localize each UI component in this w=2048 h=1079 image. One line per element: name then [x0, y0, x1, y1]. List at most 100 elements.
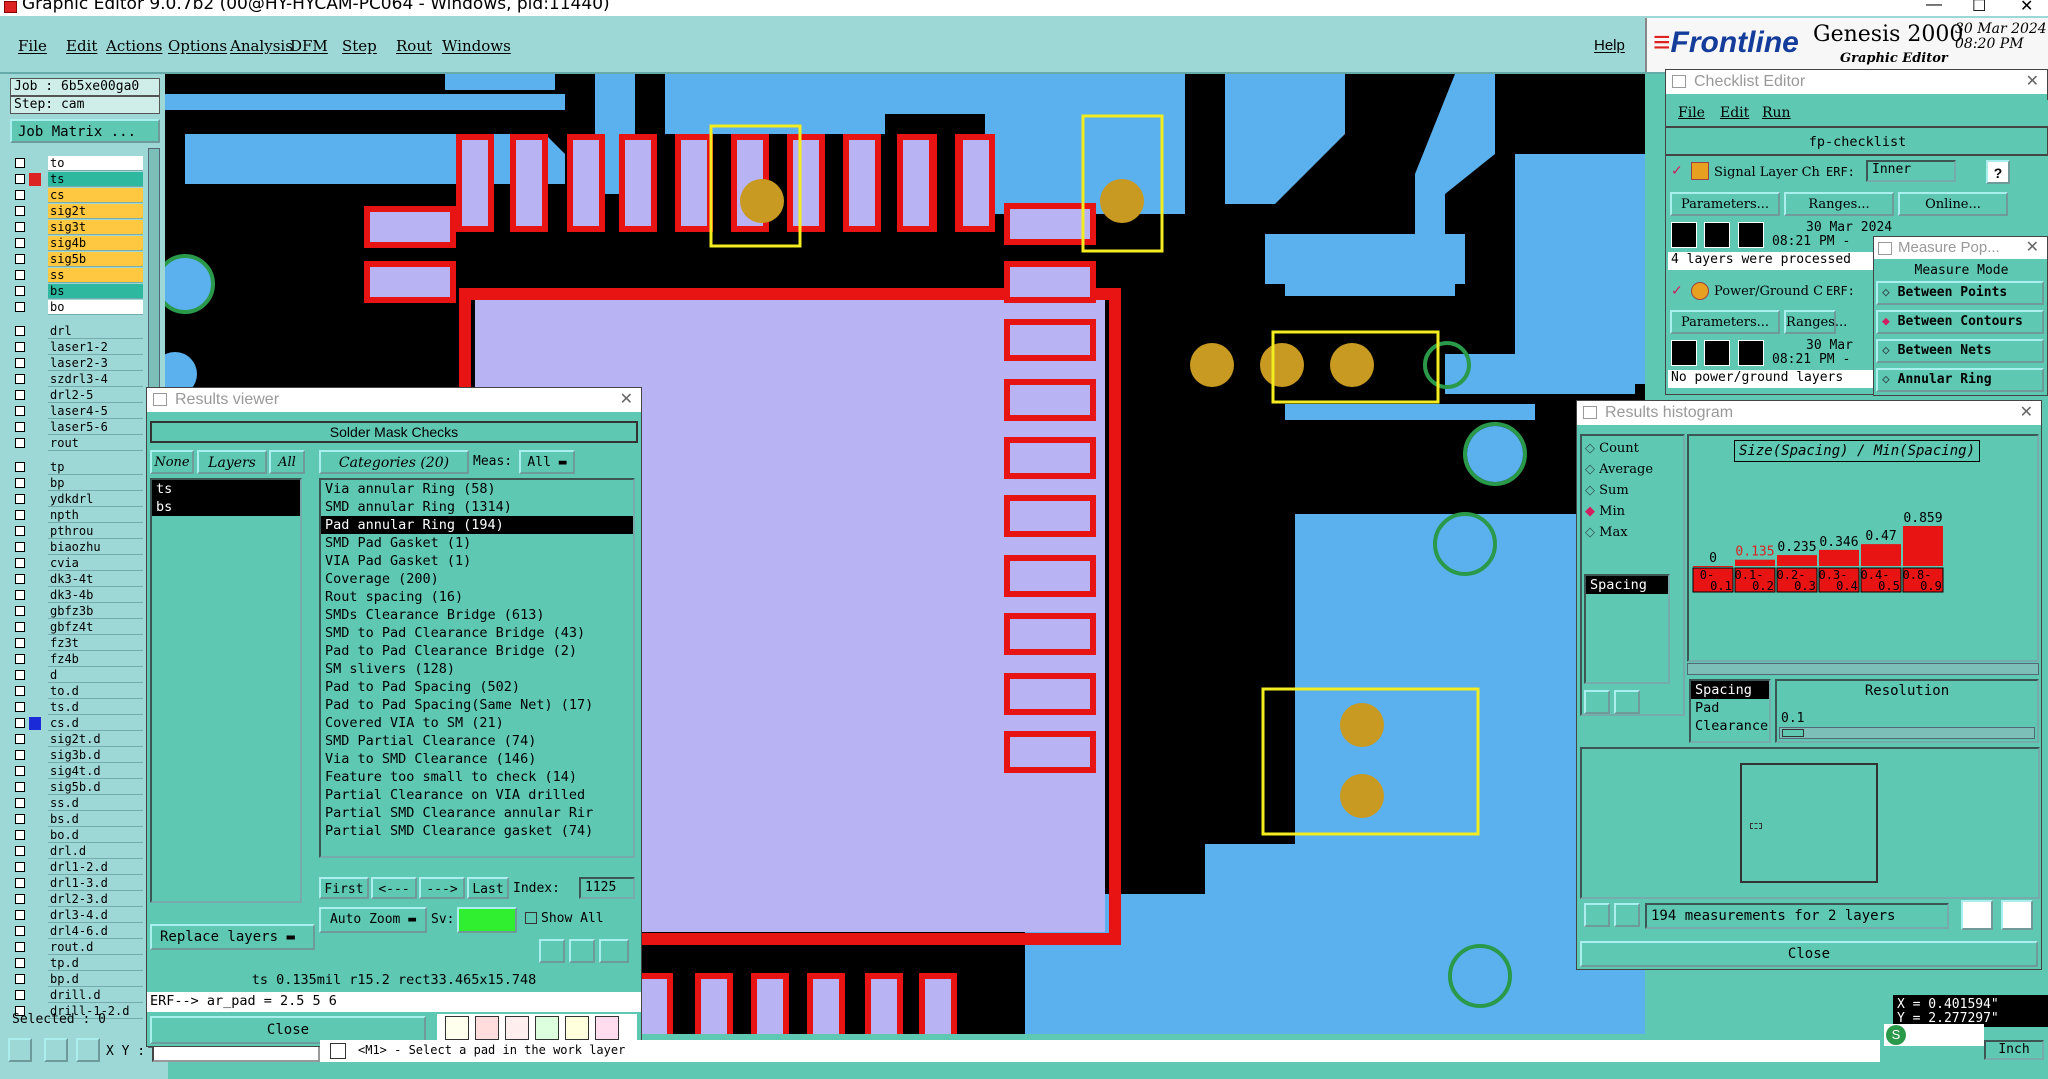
layer-row[interactable]: ts [12, 172, 143, 187]
layer-row[interactable]: drl.d [12, 844, 143, 859]
layer-checkbox[interactable] [15, 702, 25, 712]
layer-checkbox[interactable] [15, 238, 25, 248]
menu-actions[interactable]: Actions [106, 37, 162, 55]
ranges-button-2[interactable]: Ranges... [1784, 310, 1847, 334]
layer-row[interactable]: bs [12, 284, 143, 299]
layer-row[interactable]: drl1-2.d [12, 860, 143, 875]
toolbar-icon-3[interactable] [505, 1016, 529, 1040]
measure-option[interactable]: ◇ Between Points [1876, 281, 2044, 305]
histogram-field-list[interactable]: Spacing [1584, 574, 1670, 684]
toolbar-chart-icon[interactable] [595, 1016, 619, 1040]
tool-measure-icon[interactable] [44, 1038, 68, 1062]
histogram-scrollbar[interactable] [1687, 663, 2039, 675]
category-item[interactable]: Pad to Pad Spacing (502) [321, 678, 633, 696]
menu-file[interactable]: File [18, 37, 47, 55]
layer-row[interactable]: bo.d [12, 828, 143, 843]
stat-option[interactable]: ◇ Average [1585, 462, 1653, 477]
hist-ref2-icon[interactable] [1614, 903, 1640, 927]
layer-row[interactable]: ts.d [12, 700, 143, 715]
show-all-checkbox[interactable] [525, 912, 537, 924]
layer-row[interactable]: rout [12, 436, 143, 451]
layer-checkbox[interactable] [15, 254, 25, 264]
layer-row[interactable]: ss [12, 268, 143, 283]
layer-row[interactable]: gbfz3b [12, 604, 143, 619]
layer-checkbox[interactable] [15, 286, 25, 296]
toolbar-icon-5[interactable] [565, 1016, 589, 1040]
layer-row[interactable]: bp.d [12, 972, 143, 987]
toolbar-icon-4[interactable] [535, 1016, 559, 1040]
layer-row[interactable]: npth [12, 508, 143, 523]
sv-color-select[interactable] [457, 907, 517, 933]
ranges-button-1[interactable]: Ranges... [1784, 192, 1894, 216]
auto-zoom-select[interactable]: Auto Zoom ▬ [319, 907, 427, 933]
category-item[interactable]: SMD annular Ring (1314) [321, 498, 633, 516]
layer-checkbox[interactable] [15, 342, 25, 352]
checklist-edit-menu[interactable]: Edit [1720, 105, 1749, 121]
layer-checkbox[interactable] [15, 798, 25, 808]
layer-checkbox[interactable] [15, 862, 25, 872]
category-item[interactable]: VIA Pad Gasket (1) [321, 552, 633, 570]
check-1-checkbox[interactable]: ✓ [1671, 162, 1683, 179]
layer-row[interactable]: laser2-3 [12, 356, 143, 371]
list-item[interactable]: bs [152, 498, 300, 516]
run-icon-3[interactable] [1738, 222, 1764, 248]
layer-checkbox[interactable] [15, 206, 25, 216]
layer-row[interactable]: ss.d [12, 796, 143, 811]
layers-button[interactable]: Layers [197, 450, 267, 474]
layer-checkbox[interactable] [15, 734, 25, 744]
category-item[interactable]: Partial SMD Clearance gasket (74) [321, 822, 633, 840]
layer-checkbox[interactable] [15, 422, 25, 432]
layer-row[interactable]: cvia [12, 556, 143, 571]
layer-checkbox[interactable] [15, 590, 25, 600]
layer-row[interactable]: drl3-4.d [12, 908, 143, 923]
menu-options[interactable]: Options [168, 37, 227, 55]
histogram-close-icon[interactable]: ✕ [2020, 401, 2033, 425]
layer-row[interactable]: dk3-4t [12, 572, 143, 587]
hist-chart-icon[interactable] [1961, 900, 1993, 930]
params-button-2[interactable]: Parameters... [1670, 310, 1780, 334]
layer-row[interactable]: sig2t [12, 204, 143, 219]
layer-row[interactable]: sig3b.d [12, 748, 143, 763]
index-input[interactable]: 1125 [579, 877, 635, 899]
histogram-close-button[interactable]: Close [1580, 941, 2038, 967]
layer-checkbox[interactable] [15, 974, 25, 984]
layer-row[interactable]: to [12, 156, 143, 171]
layer-checkbox[interactable] [15, 942, 25, 952]
category-item[interactable]: Partial SMD Clearance annular Rir [321, 804, 633, 822]
layer-row[interactable]: drl1-3.d [12, 876, 143, 891]
toolbar-icon-2[interactable] [475, 1016, 499, 1040]
toolbar-icon-1[interactable] [445, 1016, 469, 1040]
checklist-close-icon[interactable]: ✕ [2026, 70, 2039, 94]
layer-checkbox[interactable] [15, 814, 25, 824]
layer-checkbox[interactable] [15, 526, 25, 536]
check-2-checkbox[interactable]: ✓ [1671, 282, 1683, 299]
layer-checkbox[interactable] [15, 766, 25, 776]
erf-input-1[interactable]: Inner [1866, 160, 1956, 182]
category-item[interactable]: Via annular Ring (58) [321, 480, 633, 498]
menu-edit[interactable]: Edit [66, 37, 97, 55]
menu-step[interactable]: Step [342, 37, 377, 55]
layer-row[interactable]: sig2t.d [12, 732, 143, 747]
maximize-icon[interactable]: ☐ [1972, 0, 1986, 16]
layer-checkbox[interactable] [15, 878, 25, 888]
category-item[interactable]: Pad to Pad Spacing(Same Net) (17) [321, 696, 633, 714]
list-item[interactable]: Clearance [1691, 717, 1769, 735]
layer-checkbox[interactable] [15, 406, 25, 416]
layer-checkbox[interactable] [15, 358, 25, 368]
layer-row[interactable]: drill.d [12, 988, 143, 1003]
category-item[interactable]: Rout spacing (16) [321, 588, 633, 606]
category-item[interactable]: Covered VIA to SM (21) [321, 714, 633, 732]
help-question-icon[interactable]: ? [1986, 160, 2010, 184]
layer-checkbox[interactable] [15, 390, 25, 400]
categories-button[interactable]: Categories (20) [319, 450, 469, 474]
stat-option[interactable]: ◇ Max [1585, 525, 1628, 540]
layer-row[interactable]: cs.d [12, 716, 143, 731]
undo-icon[interactable] [599, 939, 629, 963]
run-icon-1[interactable] [1671, 222, 1697, 248]
layer-row[interactable]: drl [12, 324, 143, 339]
list-item[interactable]: ts [152, 480, 300, 498]
layer-checkbox[interactable] [15, 718, 25, 728]
list-item[interactable]: Pad [1691, 699, 1769, 717]
layer-checkbox[interactable] [15, 190, 25, 200]
layer-checkbox[interactable] [15, 222, 25, 232]
